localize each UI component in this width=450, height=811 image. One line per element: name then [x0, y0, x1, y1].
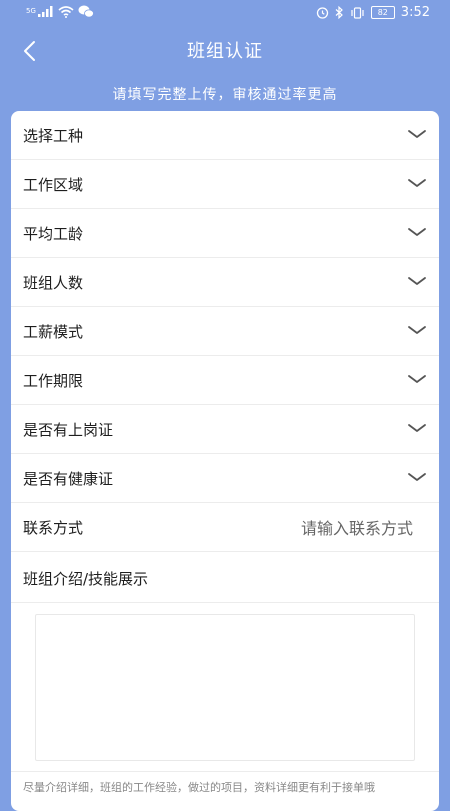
status-left: 5G [26, 5, 94, 18]
contact-row: 联系方式 [11, 503, 439, 552]
form-card: 选择工种 工作区域 平均工龄 班组人数 工薪模式 工作期限 是否有上岗证 是否有… [11, 111, 439, 811]
chevron-down-icon [408, 326, 426, 334]
dropdown-work-permit[interactable]: 是否有上岗证 [11, 405, 439, 454]
bluetooth-icon [335, 6, 343, 19]
contact-label: 联系方式 [23, 519, 84, 537]
dropdown-trade[interactable]: 选择工种 [11, 111, 439, 160]
intro-textarea[interactable] [35, 614, 415, 761]
chevron-down-icon [408, 228, 426, 236]
page-title: 班组认证 [187, 41, 263, 62]
alarm-icon [316, 7, 328, 19]
wifi-icon [58, 5, 74, 18]
wechat-icon [78, 5, 94, 18]
dropdown-label: 工薪模式 [23, 323, 84, 341]
intro-label: 班组介绍/技能展示 [23, 570, 149, 588]
intro-row: 班组介绍/技能展示 [11, 554, 439, 603]
contact-input[interactable] [191, 511, 415, 545]
status-right: 82 3:52 [316, 5, 430, 20]
nav-bar: 班组认证 [0, 28, 450, 74]
clock-time: 3:52 [400, 5, 430, 20]
vibrate-icon [351, 6, 364, 19]
dropdown-label: 班组人数 [23, 274, 84, 292]
dropdown-label: 选择工种 [23, 127, 84, 145]
dropdown-label: 工作期限 [23, 372, 84, 390]
hint-text: 请填写完整上传，审核通过率更高 [112, 87, 338, 103]
dropdown-label: 工作区域 [23, 176, 84, 194]
divider [11, 771, 439, 772]
dropdown-pay-mode[interactable]: 工薪模式 [11, 307, 439, 356]
dropdown-work-area[interactable]: 工作区域 [11, 160, 439, 209]
chevron-down-icon [408, 130, 426, 138]
chevron-down-icon [408, 424, 426, 432]
dropdown-work-period[interactable]: 工作期限 [11, 356, 439, 405]
dropdown-health-cert[interactable]: 是否有健康证 [11, 454, 439, 503]
dropdown-team-size[interactable]: 班组人数 [11, 258, 439, 307]
dropdown-label: 是否有上岗证 [23, 421, 114, 439]
network-type: 5G [26, 7, 36, 15]
chevron-down-icon [408, 277, 426, 285]
signal-icon [37, 6, 53, 17]
chevron-down-icon [408, 179, 426, 187]
dropdown-avg-experience[interactable]: 平均工龄 [11, 209, 439, 258]
status-bar: 5G 82 3:52 [0, 0, 450, 28]
chevron-down-icon [408, 473, 426, 481]
battery-icon: 82 [370, 6, 395, 19]
dropdown-label: 是否有健康证 [23, 470, 114, 488]
dropdown-label: 平均工龄 [23, 225, 84, 243]
chevron-down-icon [408, 375, 426, 383]
intro-footnote: 尽量介绍详细，班组的工作经验，做过的项目，资料详细更有利于接单哦 [23, 781, 375, 794]
